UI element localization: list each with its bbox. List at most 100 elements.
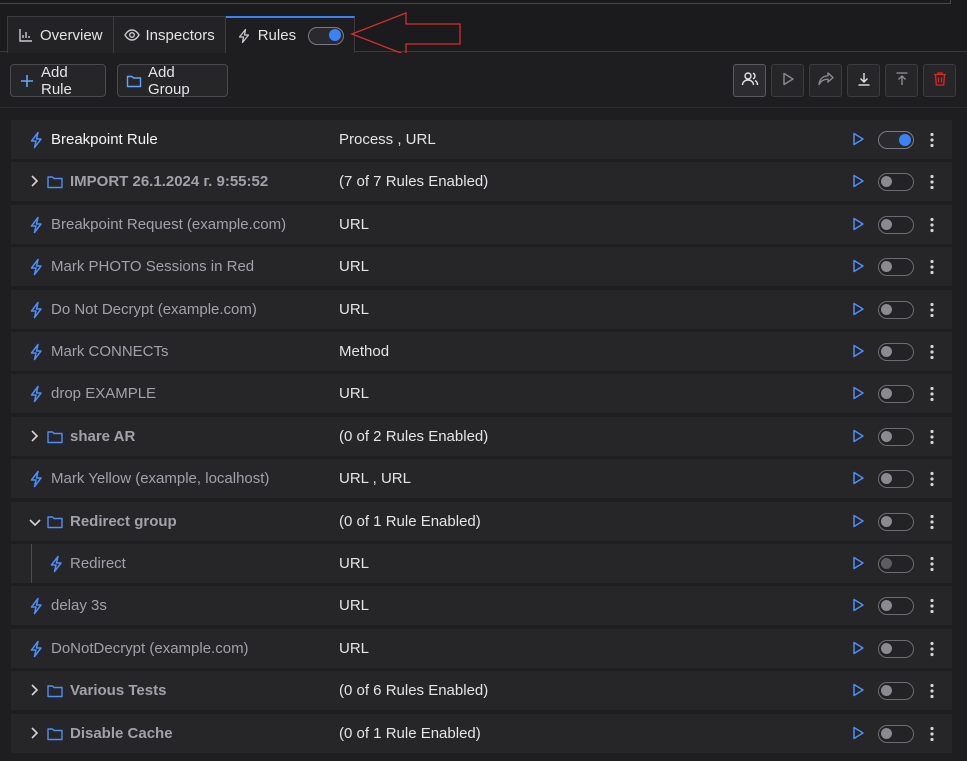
trash-icon	[933, 71, 947, 91]
play-icon[interactable]	[851, 556, 867, 572]
share-button[interactable]	[809, 64, 842, 97]
rule-name: Mark CONNECTs	[51, 343, 169, 360]
rule-toggle[interactable]	[878, 258, 914, 277]
eye-icon	[123, 27, 140, 43]
chevron-right-icon[interactable]	[28, 429, 40, 447]
play-icon[interactable]	[851, 302, 867, 318]
play-icon[interactable]	[851, 217, 867, 233]
rule-toggle[interactable]	[878, 512, 914, 531]
add-rule-button[interactable]: Add Rule	[10, 64, 106, 98]
rule-row[interactable]: Breakpoint Rule Process , URL	[11, 120, 952, 159]
group-row[interactable]: Various Tests (0 of 6 Rules Enabled)	[11, 671, 952, 711]
play-icon[interactable]	[851, 514, 867, 530]
tab-inspectors[interactable]: Inspectors	[113, 16, 226, 53]
more-options-icon[interactable]	[926, 343, 938, 361]
more-options-icon[interactable]	[926, 513, 938, 531]
play-icon[interactable]	[851, 598, 867, 614]
chevron-right-icon[interactable]	[28, 726, 40, 744]
group-row[interactable]: Redirect group (0 of 1 Rule Enabled)	[11, 501, 952, 541]
play-icon[interactable]	[851, 344, 867, 360]
rule-row[interactable]: Mark CONNECTs Method	[11, 332, 952, 371]
chevron-right-icon[interactable]	[28, 683, 40, 701]
group-row[interactable]: Disable Cache (0 of 1 Rule Enabled)	[11, 713, 952, 753]
rule-row[interactable]: Redirect URL	[11, 544, 952, 583]
play-icon[interactable]	[851, 429, 867, 445]
toggle-knob	[881, 727, 892, 739]
rule-condition: Process , URL	[339, 131, 436, 148]
play-button[interactable]	[771, 64, 804, 97]
bolt-icon	[28, 258, 44, 280]
share-icon	[817, 71, 834, 90]
rule-toggle[interactable]	[878, 555, 914, 573]
rule-row[interactable]: Mark Yellow (example, localhost) URL , UR…	[11, 459, 952, 499]
download-button[interactable]	[847, 64, 880, 97]
play-icon[interactable]	[851, 259, 867, 275]
plus-icon	[19, 73, 35, 89]
bolt-icon	[28, 385, 44, 407]
rule-row[interactable]: DoNotDecrypt (example.com) URL	[11, 628, 952, 668]
users-button[interactable]	[733, 64, 766, 97]
delete-button[interactable]	[923, 64, 956, 97]
group-name: Various Tests	[70, 682, 167, 700]
rule-toggle[interactable]	[878, 343, 914, 361]
more-options-icon[interactable]	[926, 173, 938, 191]
rule-row[interactable]: delay 3s URL	[11, 586, 952, 626]
rule-toggle[interactable]	[878, 385, 914, 404]
more-options-icon[interactable]	[926, 301, 938, 319]
rule-toggle[interactable]	[878, 173, 914, 192]
more-options-icon[interactable]	[926, 131, 938, 149]
rule-toggle[interactable]	[878, 427, 914, 446]
rule-toggle[interactable]	[878, 682, 914, 701]
chevron-right-icon[interactable]	[28, 174, 40, 192]
rule-row[interactable]: drop EXAMPLE URL	[11, 374, 952, 414]
play-icon[interactable]	[851, 471, 867, 487]
rules-list: Breakpoint Rule Process , URL IMPORT 26.1.…	[11, 120, 952, 760]
rule-row[interactable]: Breakpoint Request (example.com) URL	[11, 204, 952, 244]
more-options-icon[interactable]	[926, 597, 938, 615]
tab-rules[interactable]: Rules	[225, 16, 356, 53]
more-options-icon[interactable]	[926, 470, 938, 488]
tab-overview[interactable]: Overview	[7, 16, 114, 53]
more-options-icon[interactable]	[926, 640, 938, 658]
more-options-icon[interactable]	[926, 258, 938, 276]
chart-icon	[18, 27, 34, 43]
rule-toggle[interactable]	[878, 131, 914, 149]
rule-toggle[interactable]	[878, 597, 914, 616]
group-summary: (0 of 2 Rules Enabled)	[339, 427, 489, 445]
add-group-label: Add Group	[148, 63, 190, 98]
more-options-icon[interactable]	[926, 216, 938, 234]
rule-toggle[interactable]	[878, 215, 914, 234]
group-name: IMPORT 26.1.2024 г. 9:55:52	[70, 173, 269, 191]
toggle-knob	[881, 430, 892, 442]
play-icon[interactable]	[851, 683, 867, 699]
users-icon	[741, 71, 759, 91]
more-options-icon[interactable]	[926, 725, 938, 743]
rule-condition: URL	[339, 300, 370, 318]
rule-toggle[interactable]	[878, 724, 914, 743]
play-icon[interactable]	[851, 641, 867, 657]
more-options-icon[interactable]	[926, 555, 938, 573]
upload-button[interactable]	[885, 64, 918, 97]
play-icon[interactable]	[851, 726, 867, 742]
rule-condition: URL	[339, 258, 370, 276]
tab-inspectors-label: Inspectors	[145, 26, 215, 44]
play-icon[interactable]	[851, 174, 867, 190]
group-summary: (0 of 1 Rule Enabled)	[339, 512, 481, 530]
add-group-button[interactable]: Add Group	[117, 63, 228, 98]
rules-master-toggle[interactable]	[308, 26, 345, 45]
rule-condition: URL , URL	[339, 470, 411, 488]
rule-toggle[interactable]	[878, 300, 914, 319]
rule-row[interactable]: Mark PHOTO Sessions in Red URL	[11, 247, 952, 287]
group-row[interactable]: IMPORT 26.1.2024 г. 9:55:52 (7 of 7 Rules…	[11, 162, 952, 202]
bolt-icon	[28, 640, 44, 662]
rule-toggle[interactable]	[878, 470, 914, 489]
rule-toggle[interactable]	[878, 639, 914, 658]
rule-row[interactable]: Do Not Decrypt (example.com) URL	[11, 289, 952, 329]
more-options-icon[interactable]	[926, 428, 938, 446]
play-icon[interactable]	[851, 386, 867, 402]
more-options-icon[interactable]	[926, 385, 938, 403]
play-icon[interactable]	[851, 132, 867, 148]
chevron-down-icon[interactable]	[28, 516, 42, 533]
group-row[interactable]: share AR (0 of 2 Rules Enabled)	[11, 416, 952, 456]
more-options-icon[interactable]	[926, 682, 938, 700]
